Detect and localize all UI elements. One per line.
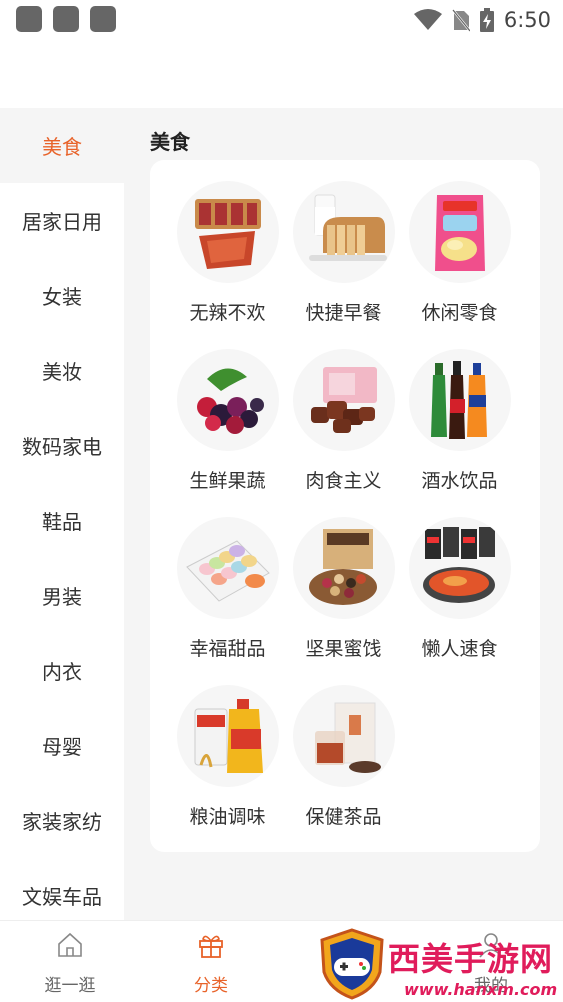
- category-label: 无辣不欢: [189, 302, 266, 324]
- category-label: 休闲零食: [421, 302, 498, 324]
- sidebar-item-mens-wear[interactable]: 男装: [0, 558, 124, 633]
- sidebar-item-household[interactable]: 居家日用: [0, 183, 124, 258]
- sidebar-item-entertainment-car[interactable]: 文娱车品: [0, 858, 124, 920]
- watermark-text: 西美手游网: [388, 940, 554, 978]
- nav-label: 逛一逛: [44, 976, 96, 996]
- sidebar-item-baby[interactable]: 母婴: [0, 708, 124, 783]
- home-icon: [58, 932, 82, 957]
- category-item-spicy[interactable]: 无辣不欢: [170, 160, 285, 324]
- app-square-icon: [53, 6, 79, 32]
- category-label: 保健茶品: [305, 806, 382, 828]
- category-item-instant-food[interactable]: 懒人速食: [402, 496, 517, 660]
- nav-label: 分类: [194, 976, 228, 996]
- gift-icon: [199, 935, 223, 958]
- category-content: 美食 无辣不欢 快捷早餐 休闲零食 生鲜果蔬 肉食主义 酒水饮品 幸福甜品 坚果…: [124, 108, 563, 920]
- category-item-breakfast[interactable]: 快捷早餐: [286, 160, 401, 324]
- sidebar-item-beauty[interactable]: 美妆: [0, 333, 124, 408]
- category-label: 肉食主义: [305, 470, 382, 492]
- macarons-icon: [177, 517, 279, 619]
- instant-noodles-icon: [409, 517, 511, 619]
- category-item-snacks[interactable]: 休闲零食: [402, 160, 517, 324]
- bread-milk-icon: [293, 181, 395, 283]
- header-area: [0, 40, 563, 108]
- category-grid-card: 无辣不欢 快捷早餐 休闲零食 生鲜果蔬 肉食主义 酒水饮品 幸福甜品 坚果蜜饯 …: [150, 160, 540, 852]
- section-title: 美食: [150, 130, 190, 154]
- chips-bag-icon: [409, 181, 511, 283]
- spicy-jerky-icon: [177, 181, 279, 283]
- category-item-desserts[interactable]: 幸福甜品: [170, 496, 285, 660]
- app-square-icon: [90, 6, 116, 32]
- category-sidebar: 美食 居家日用 女装 美妆 数码家电 鞋品 男装 内衣 母婴 家装家纺 文娱车品: [0, 108, 124, 920]
- nav-item-browse[interactable]: 逛一逛: [20, 921, 120, 1002]
- category-item-meat[interactable]: 肉食主义: [286, 328, 401, 492]
- category-item-health-tea[interactable]: 保健茶品: [286, 664, 401, 828]
- rice-oil-icon: [177, 685, 279, 787]
- nav-item-category[interactable]: 分类: [161, 921, 261, 1002]
- no-sim-icon: [451, 9, 470, 32]
- beef-cubes-icon: [293, 349, 395, 451]
- category-item-fresh[interactable]: 生鲜果蔬: [170, 328, 285, 492]
- category-label: 懒人速食: [421, 638, 498, 660]
- sidebar-item-shoes[interactable]: 鞋品: [0, 483, 124, 558]
- sidebar-item-underwear[interactable]: 内衣: [0, 633, 124, 708]
- watermark-url: www.hanxm.com: [404, 980, 558, 999]
- category-label: 生鲜果蔬: [189, 470, 266, 492]
- category-item-drinks[interactable]: 酒水饮品: [402, 328, 517, 492]
- game-shield-logo-icon: [320, 928, 384, 1000]
- battery-charging-icon: [479, 8, 494, 32]
- sidebar-item-womens-wear[interactable]: 女装: [0, 258, 124, 333]
- nuts-icon: [293, 517, 395, 619]
- status-bar: 6:50: [0, 0, 563, 40]
- category-label: 坚果蜜饯: [305, 638, 382, 660]
- category-label: 酒水饮品: [421, 470, 498, 492]
- category-label: 快捷早餐: [305, 302, 382, 324]
- category-label: 粮油调味: [189, 806, 266, 828]
- sidebar-item-electronics[interactable]: 数码家电: [0, 408, 124, 483]
- wifi-icon: [413, 9, 442, 30]
- status-time: 6:50: [503, 8, 551, 32]
- soda-bottles-icon: [409, 349, 511, 451]
- berries-icon: [177, 349, 279, 451]
- site-watermark: 西美手游网 www.hanxm.com: [312, 928, 563, 1002]
- app-square-icon: [16, 6, 42, 32]
- status-icons: 6:50: [413, 6, 551, 34]
- sidebar-item-home-textile[interactable]: 家装家纺: [0, 783, 124, 858]
- sidebar-item-food[interactable]: 美食: [0, 108, 124, 183]
- herbal-tea-icon: [293, 685, 395, 787]
- category-label: 幸福甜品: [189, 638, 266, 660]
- category-item-nuts[interactable]: 坚果蜜饯: [286, 496, 401, 660]
- category-item-grain-oil[interactable]: 粮油调味: [170, 664, 285, 828]
